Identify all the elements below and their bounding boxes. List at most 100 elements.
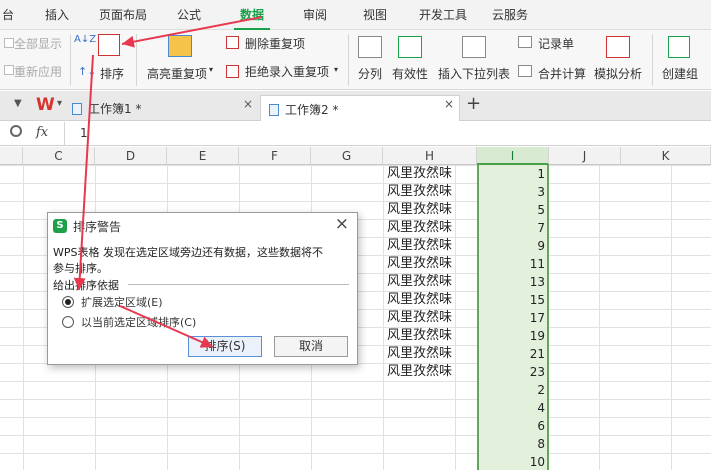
show-all-button[interactable]: 全部显示 <box>14 35 62 52</box>
tab-workbook2[interactable]: 工作簿2 * <box>260 95 460 121</box>
cell-i[interactable]: 8 <box>479 435 547 453</box>
cell-h[interactable]: 风里孜然味 <box>387 237 452 255</box>
formula-bar: fx 1 <box>0 122 711 146</box>
reject-dup-button[interactable]: 拒绝录入重复项 <box>245 63 329 80</box>
dialog-titlebar[interactable]: S 排序警告 × <box>48 213 357 239</box>
cell-h[interactable]: 风里孜然味 <box>387 345 452 363</box>
reject-dup-icon <box>226 65 239 78</box>
formula-divider <box>64 122 65 146</box>
wps-logo-icon[interactable]: W <box>36 95 55 115</box>
dialog-message-line: WPS表格 发现在选定区域旁边还有数据，这些数据将不 <box>53 246 323 259</box>
cell-i[interactable]: 11 <box>479 255 547 273</box>
highlight-dup-button[interactable]: 高亮重复项 <box>147 65 207 82</box>
cell-h[interactable]: 风里孜然味 <box>387 165 452 183</box>
radio-current[interactable] <box>62 316 74 328</box>
cell-h[interactable]: 风里孜然味 <box>387 309 452 327</box>
cell-i[interactable]: 2 <box>479 381 547 399</box>
cell-i[interactable]: 23 <box>479 363 547 381</box>
cell-i[interactable]: 17 <box>479 309 547 327</box>
filter-icon <box>4 38 14 48</box>
corner-cell[interactable] <box>0 147 23 165</box>
cell-i[interactable]: 4 <box>479 399 547 417</box>
sort-icon[interactable] <box>98 34 120 56</box>
column-header[interactable]: H <box>383 147 477 165</box>
radio-expand[interactable] <box>62 296 74 308</box>
cell-i[interactable]: 21 <box>479 345 547 363</box>
column-header[interactable]: D <box>95 147 167 165</box>
menu-tab-formula[interactable]: 公式 <box>177 6 201 23</box>
sort-az-icon[interactable]: A↓Z <box>74 34 96 45</box>
column-header[interactable]: G <box>311 147 383 165</box>
cell-i[interactable]: 5 <box>479 201 547 219</box>
search-icon[interactable] <box>10 125 22 137</box>
column-header[interactable]: E <box>167 147 239 165</box>
dialog-message: WPS表格 发现在选定区域旁边还有数据，这些数据将不 参与排序。 <box>53 245 323 277</box>
option-expand-label[interactable]: 扩展选定区域(E) <box>81 294 163 310</box>
cell-h[interactable]: 风里孜然味 <box>387 201 452 219</box>
chevron-down-icon[interactable]: ▾ <box>334 65 338 74</box>
cell-h[interactable]: 风里孜然味 <box>387 363 452 381</box>
fx-icon[interactable]: fx <box>36 125 48 140</box>
menu-tab-review[interactable]: 审阅 <box>303 6 327 23</box>
group-label: 给出排序依据 <box>53 279 119 292</box>
reapply-button[interactable]: 重新应用 <box>14 63 62 80</box>
column-header-selected[interactable]: I <box>477 147 549 165</box>
add-tab-button[interactable]: + <box>466 93 481 114</box>
cell-i[interactable]: 1 <box>479 165 547 183</box>
column-header[interactable]: C <box>23 147 95 165</box>
split-icon <box>358 36 382 58</box>
cell-h[interactable]: 风里孜然味 <box>387 183 452 201</box>
sort-button[interactable]: 排序(S) <box>188 336 262 357</box>
cell-h[interactable]: 风里孜然味 <box>387 291 452 309</box>
cell-i[interactable]: 10 <box>479 453 547 471</box>
chevron-down-icon[interactable]: ▾ <box>57 98 62 109</box>
create-group-button[interactable]: 创建组 <box>662 65 698 82</box>
cell-i[interactable]: 3 <box>479 183 547 201</box>
formula-input[interactable]: 1 <box>80 126 88 140</box>
remove-dup-button[interactable]: 删除重复项 <box>245 35 305 52</box>
validity-button[interactable]: 有效性 <box>392 65 428 82</box>
cell-h[interactable]: 风里孜然味 <box>387 219 452 237</box>
ribbon: 全部显示 重新应用 A↓Z ↑↓ 排序 高亮重复项 ▾ 删除重复项 拒绝录入重复… <box>0 30 711 90</box>
menu-tab-data[interactable]: 数据 <box>233 6 271 30</box>
split-button[interactable]: 分列 <box>358 65 382 82</box>
menu-tab-insert[interactable]: 插入 <box>45 6 69 23</box>
column-header[interactable]: K <box>621 147 711 165</box>
cell-h[interactable]: 风里孜然味 <box>387 273 452 291</box>
cell-i[interactable]: 19 <box>479 327 547 345</box>
column-header[interactable]: F <box>239 147 311 165</box>
sort-button[interactable]: 排序 <box>100 65 124 82</box>
tab-label: 工作簿2 * <box>285 103 339 117</box>
cell-i[interactable]: 7 <box>479 219 547 237</box>
insert-dropdown-button[interactable]: 插入下拉列表 <box>438 65 510 82</box>
cell-i[interactable]: 6 <box>479 417 547 435</box>
menu-tab-cloud[interactable]: 云服务 <box>492 6 528 23</box>
menu-tab-start[interactable]: 台 <box>2 6 14 23</box>
column-header[interactable]: J <box>549 147 621 165</box>
close-icon[interactable]: × <box>335 214 349 234</box>
menu-bar: 台 插入 页面布局 公式 数据 审阅 视图 开发工具 云服务 <box>0 0 711 30</box>
chevron-down-icon[interactable]: ▾ <box>209 65 213 74</box>
cancel-button[interactable]: 取消 <box>274 336 348 357</box>
consolidate-button[interactable]: 合并计算 <box>538 65 586 82</box>
menu-tab-developer[interactable]: 开发工具 <box>419 6 467 23</box>
close-icon[interactable]: × <box>444 97 454 111</box>
menu-tab-page-layout[interactable]: 页面布局 <box>99 6 147 23</box>
what-if-button[interactable]: 模拟分析 <box>594 65 642 82</box>
tab-workbook1[interactable]: 工作簿1 * <box>64 95 260 121</box>
sort-arrows-icon: ↑↓ <box>78 65 97 78</box>
close-icon[interactable]: × <box>243 97 253 111</box>
menu-tab-view[interactable]: 视图 <box>363 6 387 23</box>
cell-i[interactable]: 9 <box>479 237 547 255</box>
record-button[interactable]: 记录单 <box>538 35 574 52</box>
cell-h[interactable]: 风里孜然味 <box>387 255 452 273</box>
cell-i[interactable]: 15 <box>479 291 547 309</box>
cell-h[interactable]: 风里孜然味 <box>387 327 452 345</box>
ribbon-divider <box>348 34 349 86</box>
wps-sheet-logo-icon: S <box>53 219 67 233</box>
chevron-down-icon[interactable]: ▼ <box>14 98 22 109</box>
cell-i[interactable]: 13 <box>479 273 547 291</box>
option-current-label[interactable]: 以当前选定区域排序(C) <box>81 314 196 330</box>
dropdown-list-icon <box>462 36 486 58</box>
workbook-tab-bar: ▼ W ▾ 工作簿1 * × 工作簿2 * × + <box>0 91 711 121</box>
